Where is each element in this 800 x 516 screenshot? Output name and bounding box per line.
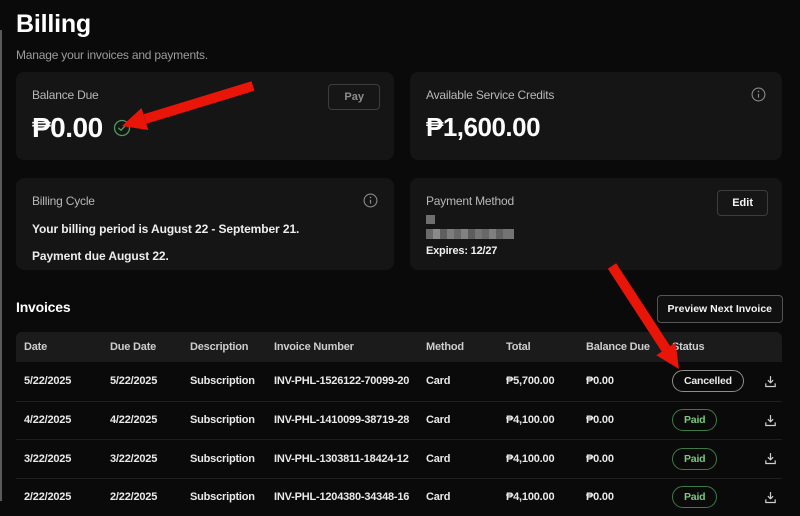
cell-date: 5/22/2025 (16, 375, 102, 387)
status-badge: Paid (672, 486, 717, 508)
table-row: 5/22/2025 5/22/2025 Subscription INV-PHL… (16, 362, 782, 401)
billing-period-text: Your billing period is August 22 - Septe… (32, 222, 378, 236)
service-credits-card: Available Service Credits ₱1,600.00 (410, 72, 782, 160)
summary-cards: Balance Due Pay ₱0.00 Available Service … (16, 72, 782, 270)
billing-cycle-card: Billing Cycle Your billing period is Aug… (16, 178, 394, 270)
col-header-balance-due: Balance Due (578, 341, 664, 353)
cell-balance-due: ₱0.00 (578, 453, 664, 465)
window-edge (0, 30, 2, 501)
cell-total: ₱5,700.00 (498, 375, 578, 387)
status-badge: Cancelled (672, 370, 744, 392)
cell-due-date: 3/22/2025 (102, 453, 182, 465)
col-header-invoice-number: Invoice Number (266, 341, 418, 353)
cell-method: Card (418, 375, 498, 387)
preview-next-invoice-button[interactable]: Preview Next Invoice (657, 295, 783, 323)
status-badge: Paid (672, 448, 717, 470)
service-credits-label: Available Service Credits (426, 88, 766, 102)
service-credits-amount: ₱1,600.00 (426, 112, 540, 143)
billing-cycle-label: Billing Cycle (32, 194, 378, 208)
col-header-date: Date (16, 341, 102, 353)
info-circle-icon[interactable] (751, 87, 766, 102)
payment-method-label: Payment Method (426, 194, 766, 208)
cell-invoice-number: INV-PHL-1204380-34348-16 (266, 491, 418, 503)
table-row: 2/22/2025 2/22/2025 Subscription INV-PHL… (16, 478, 782, 516)
page-subtitle: Manage your invoices and payments. (16, 48, 208, 62)
cell-invoice-number: INV-PHL-1303811-18424-12 (266, 453, 418, 465)
download-icon (763, 493, 778, 508)
payment-method-card: Payment Method Edit Expires: 12/27 (410, 178, 782, 270)
col-header-status: Status (664, 341, 744, 353)
cell-method: Card (418, 453, 498, 465)
table-header-row: Date Due Date Description Invoice Number… (16, 332, 782, 362)
card-expiry: Expires: 12/27 (426, 245, 766, 257)
cell-method: Card (418, 491, 498, 503)
table-row: 4/22/2025 4/22/2025 Subscription INV-PHL… (16, 401, 782, 440)
cell-date: 3/22/2025 (16, 453, 102, 465)
page-header: Billing Manage your invoices and payment… (16, 10, 208, 62)
download-invoice-button[interactable] (761, 372, 780, 391)
cell-due-date: 2/22/2025 (102, 491, 182, 503)
cell-balance-due: ₱0.00 (578, 414, 664, 426)
cell-method: Card (418, 414, 498, 426)
col-header-method: Method (418, 341, 498, 353)
download-icon (763, 416, 778, 431)
cell-date: 4/22/2025 (16, 414, 102, 426)
cell-date: 2/22/2025 (16, 491, 102, 503)
cell-due-date: 5/22/2025 (102, 375, 182, 387)
info-circle-icon[interactable] (363, 193, 378, 208)
download-invoice-button[interactable] (761, 411, 780, 430)
cell-total: ₱4,100.00 (498, 491, 578, 503)
cell-total: ₱4,100.00 (498, 414, 578, 426)
cell-invoice-number: INV-PHL-1526122-70099-20 (266, 375, 418, 387)
cell-description: Subscription (182, 414, 266, 426)
cell-balance-due: ₱0.00 (578, 491, 664, 503)
download-icon (763, 377, 778, 392)
cell-total: ₱4,100.00 (498, 453, 578, 465)
balance-due-amount: ₱0.00 (32, 112, 103, 144)
cell-description: Subscription (182, 375, 266, 387)
balance-due-label: Balance Due (32, 88, 378, 102)
download-invoice-button[interactable] (761, 449, 780, 468)
balance-due-card: Balance Due Pay ₱0.00 (16, 72, 394, 160)
cell-invoice-number: INV-PHL-1410099-38719-28 (266, 414, 418, 426)
redacted-card-number (426, 229, 514, 239)
col-header-total: Total (498, 341, 578, 353)
check-circle-icon (113, 119, 131, 137)
redacted-card-brand (426, 215, 435, 224)
status-badge: Paid (672, 409, 717, 431)
payment-due-text: Payment due August 22. (32, 249, 378, 263)
edit-payment-button[interactable]: Edit (717, 190, 768, 216)
table-row: 3/22/2025 3/22/2025 Subscription INV-PHL… (16, 439, 782, 478)
invoices-table: Date Due Date Description Invoice Number… (16, 332, 782, 516)
page-title: Billing (16, 10, 208, 39)
col-header-description: Description (182, 341, 266, 353)
invoices-heading: Invoices (16, 299, 70, 315)
pay-button[interactable]: Pay (328, 84, 380, 110)
cell-due-date: 4/22/2025 (102, 414, 182, 426)
download-invoice-button[interactable] (761, 488, 780, 507)
cell-description: Subscription (182, 491, 266, 503)
cell-balance-due: ₱0.00 (578, 375, 664, 387)
download-icon (763, 454, 778, 469)
col-header-due-date: Due Date (102, 341, 182, 353)
cell-description: Subscription (182, 453, 266, 465)
